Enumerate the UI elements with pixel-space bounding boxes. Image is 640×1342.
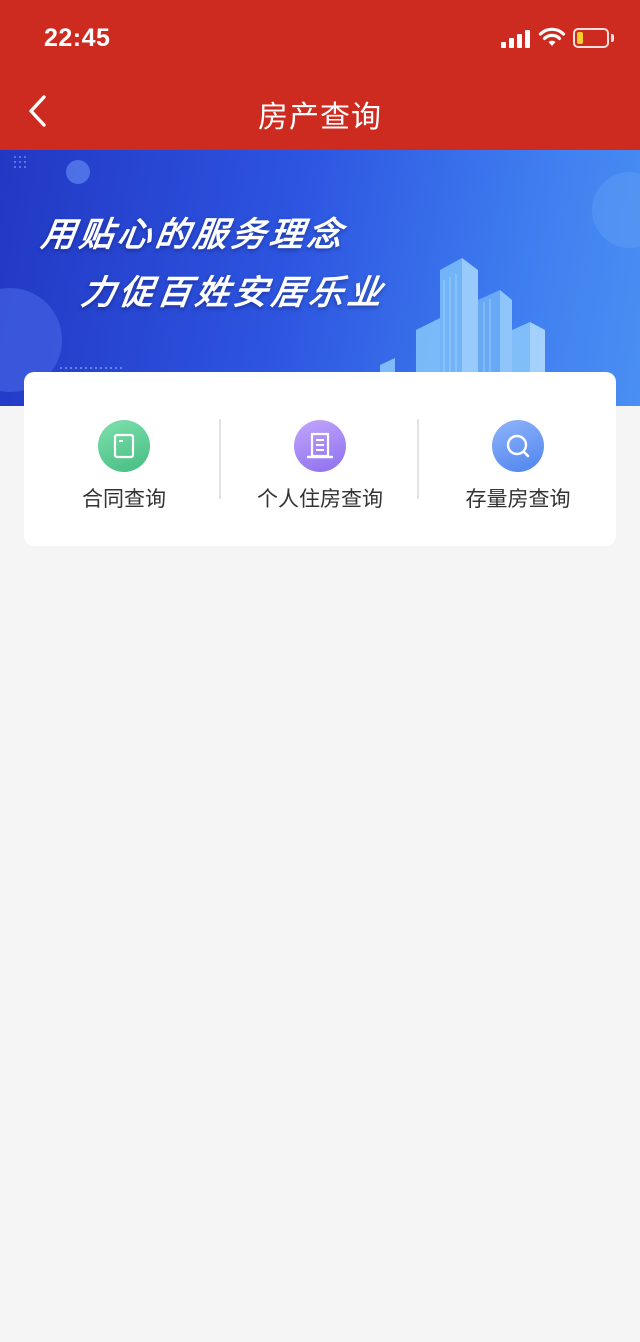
query-menu-card: 合同查询 个人住房查询 存量房查询 <box>24 372 616 546</box>
menu-item-contract-query[interactable]: 合同查询 <box>26 372 222 546</box>
top-header: 22:45 房产查询 <box>0 0 640 150</box>
wifi-icon <box>538 27 566 46</box>
banner-slogan-line-2: 力促百姓安居乐业 <box>78 273 389 313</box>
status-time: 22:45 <box>44 24 111 52</box>
page-title: 房产查询 <box>258 100 382 135</box>
menu-item-personal-housing-query[interactable]: 个人住房查询 <box>222 372 418 546</box>
search-icon <box>492 420 544 472</box>
menu-item-existing-housing-query[interactable]: 存量房查询 <box>420 372 616 546</box>
menu-item-label: 个人住房查询 <box>257 487 383 511</box>
menu-item-label: 合同查询 <box>82 487 166 511</box>
promo-banner: 用贴心的服务理念 力促百姓安居乐业 <box>0 150 640 406</box>
contract-icon <box>98 420 150 472</box>
cellular-signal-icon <box>501 30 531 48</box>
building-icon <box>294 420 346 472</box>
battery-cap <box>611 34 614 42</box>
battery-icon <box>573 28 609 48</box>
banner-slogan-line-1: 用贴心的服务理念 <box>38 215 349 255</box>
menu-divider <box>417 419 419 499</box>
menu-divider <box>219 419 221 499</box>
menu-item-label: 存量房查询 <box>465 487 571 511</box>
